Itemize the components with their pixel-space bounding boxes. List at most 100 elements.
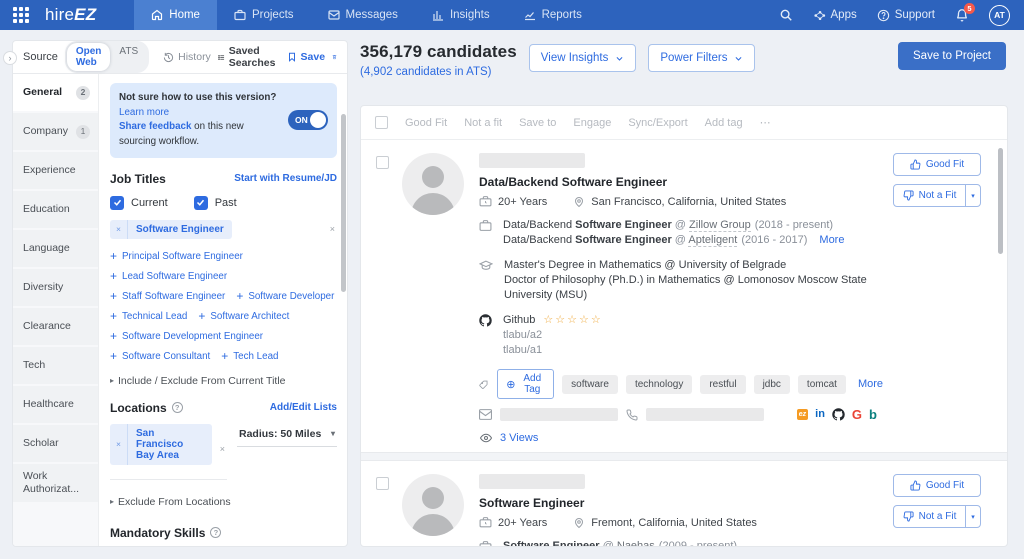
bulk-action[interactable]: Not a fit — [464, 117, 502, 129]
results-scrollbar[interactable] — [998, 148, 1003, 254]
view-insights-button[interactable]: View Insights — [528, 44, 637, 72]
filter-category-item[interactable]: Experience — [13, 152, 98, 189]
add-tag-button[interactable]: ⊕ Add Tag — [497, 369, 555, 399]
company-link[interactable]: Zillow Group — [689, 219, 751, 232]
github-profile-icon[interactable] — [832, 408, 845, 421]
filter-category-item[interactable]: Clearance — [13, 308, 98, 345]
primary-nav: Home Projects Messages Insights Reports — [134, 0, 599, 30]
learn-more-link[interactable]: Learn more — [119, 107, 169, 118]
filter-category-item[interactable]: Scholar — [13, 425, 98, 462]
candidate-avatar — [402, 474, 464, 536]
company-link[interactable]: Apteligent — [688, 234, 738, 247]
hireez-profile-icon[interactable]: ez — [796, 409, 809, 420]
past-checkbox[interactable]: Past — [193, 195, 237, 210]
filter-category-item[interactable]: Education — [13, 191, 98, 228]
job-title-suggestion[interactable]: + Principal Software Engineer — [110, 250, 243, 262]
bulk-action[interactable]: Good Fit — [405, 117, 447, 129]
clear-location-icon[interactable]: × — [220, 444, 227, 454]
source-option-ats[interactable]: ATS — [110, 43, 147, 71]
apps-menu[interactable]: Apps — [813, 9, 857, 22]
not-a-fit-button[interactable]: Not a Fit — [894, 185, 965, 206]
filter-category-item[interactable]: Healthcare — [13, 386, 98, 423]
workflow-toggle[interactable]: ON — [288, 110, 328, 131]
share-feedback-link[interactable]: Share feedback — [119, 121, 191, 132]
trash-icon[interactable] — [332, 51, 337, 63]
bookmark-icon — [288, 52, 295, 62]
notifications-button[interactable]: 5 — [955, 3, 975, 22]
filter-category-item[interactable]: Diversity — [13, 269, 98, 306]
nav-tab-home[interactable]: Home — [134, 0, 217, 30]
search-icon[interactable] — [779, 8, 793, 22]
job-title-suggestion[interactable]: + Software Architect — [198, 310, 289, 322]
company-link[interactable]: Naehas — [616, 540, 655, 546]
github-repo[interactable]: tlabu/a2 — [503, 328, 603, 343]
source-option-open-web[interactable]: Open Web — [66, 43, 111, 71]
nav-tab-insights[interactable]: Insights — [415, 0, 507, 30]
plus-icon: + — [110, 329, 118, 344]
app-grid-icon[interactable] — [13, 7, 29, 23]
clear-job-titles-icon[interactable]: × — [330, 224, 337, 234]
exclude-locations-toggle[interactable]: ▸ Exclude From Locations — [110, 496, 337, 508]
help-icon[interactable]: ? — [210, 527, 222, 539]
power-filters-button[interactable]: Power Filters — [648, 44, 756, 72]
hireez-logo[interactable]: hireEZ — [45, 5, 96, 25]
save-to-project-button[interactable]: Save to Project — [898, 42, 1006, 70]
bulk-action[interactable]: Engage — [573, 117, 611, 129]
bulk-action[interactable]: Add tag — [705, 117, 743, 129]
bing-icon[interactable]: b — [869, 408, 877, 421]
save-search-button[interactable]: Save — [287, 51, 325, 63]
help-icon[interactable]: ? — [171, 402, 183, 414]
google-icon[interactable]: G — [852, 408, 862, 421]
user-avatar[interactable]: AT — [989, 4, 1010, 26]
job-title-suggestion[interactable]: + Software Consultant — [110, 350, 210, 362]
saved-searches-button[interactable]: Saved Searches — [218, 45, 280, 69]
graduation-cap-icon — [479, 260, 493, 270]
candidate-checkbox[interactable] — [376, 477, 389, 490]
nav-tab-reports[interactable]: Reports — [507, 0, 599, 30]
views-link[interactable]: 3 Views — [479, 432, 883, 444]
job-title-suggestion[interactable]: + Software Developer — [236, 290, 334, 302]
add-skills-input[interactable] — [110, 539, 337, 546]
add-edit-lists-link[interactable]: Add/Edit Lists — [270, 402, 337, 413]
github-repo[interactable]: tlabu/a1 — [503, 343, 603, 358]
filter-collapse-arrow[interactable]: › — [3, 51, 17, 65]
start-with-resume-link[interactable]: Start with Resume/JD — [234, 173, 337, 184]
job-title-suggestion[interactable]: + Staff Software Engineer — [110, 290, 225, 302]
filter-panel-body: General 2 Company 1 Experience Education… — [13, 74, 347, 546]
not-a-fit-button[interactable]: Not a Fit — [894, 506, 965, 527]
source-toggle[interactable]: Open Web ATS — [64, 41, 150, 73]
ats-count-link[interactable]: (4,902 candidates in ATS) — [360, 66, 517, 78]
radius-dropdown[interactable]: Radius: 50 Miles ▾ — [237, 424, 337, 447]
filter-category-item[interactable]: Work Authorizat... — [13, 464, 98, 503]
linkedin-icon[interactable]: in — [815, 409, 825, 420]
support-menu[interactable]: Support — [877, 9, 935, 22]
select-all-checkbox[interactable] — [375, 116, 388, 129]
job-title-suggestion[interactable]: + Tech Lead — [221, 350, 278, 362]
history-button[interactable]: History — [163, 51, 211, 63]
chip-remove-icon[interactable]: × — [110, 423, 128, 465]
not-a-fit-dropdown-caret[interactable]: ▾ — [965, 506, 980, 527]
not-a-fit-dropdown-caret[interactable]: ▾ — [965, 185, 980, 206]
good-fit-button[interactable]: Good Fit — [893, 474, 981, 497]
bulk-action[interactable]: Save to — [519, 117, 556, 129]
nav-tab-messages[interactable]: Messages — [311, 0, 415, 30]
experience-more-link[interactable]: More — [819, 234, 844, 246]
current-checkbox[interactable]: Current — [110, 195, 168, 210]
job-title-suggestion[interactable]: + Lead Software Engineer — [110, 270, 227, 282]
more-actions-icon[interactable]: ⋯ — [760, 116, 773, 129]
candidate-checkbox[interactable] — [376, 156, 389, 169]
filter-panel: Source Open Web ATS History Saved Search… — [12, 40, 348, 547]
tags-more-link[interactable]: More — [858, 378, 883, 390]
filter-category-item[interactable]: Language — [13, 230, 98, 267]
filter-category-item[interactable]: General 2 — [13, 74, 98, 111]
bulk-action[interactable]: Sync/Export — [628, 117, 687, 129]
filter-category-item[interactable]: Tech — [13, 347, 98, 384]
filter-category-item[interactable]: Company 1 — [13, 113, 98, 150]
include-exclude-toggle[interactable]: ▸ Include / Exclude From Current Title — [110, 375, 337, 387]
nav-tab-projects[interactable]: Projects — [217, 0, 311, 30]
job-title-suggestion[interactable]: + Software Development Engineer — [110, 329, 263, 344]
good-fit-button[interactable]: Good Fit — [893, 153, 981, 176]
filter-scrollbar[interactable] — [341, 114, 346, 292]
job-title-suggestion[interactable]: + Technical Lead — [110, 310, 187, 322]
chip-remove-icon[interactable]: × — [110, 219, 128, 239]
